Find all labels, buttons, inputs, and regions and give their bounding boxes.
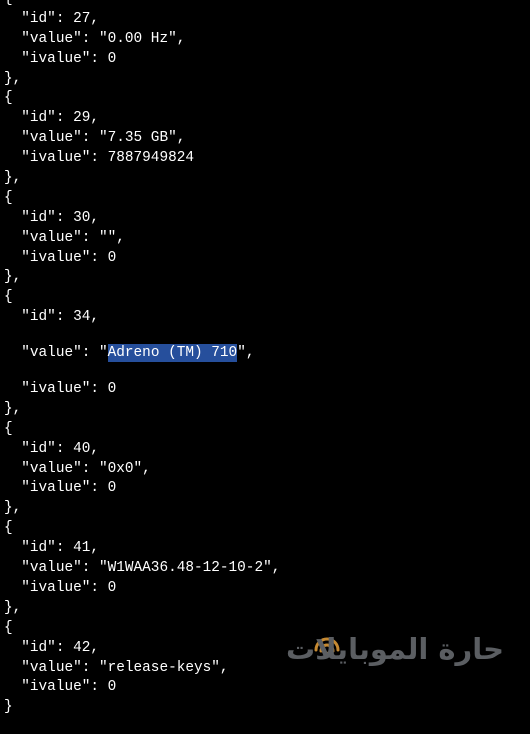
json-line[interactable]: }, [4, 70, 280, 90]
json-line[interactable]: "id": 30, [4, 209, 280, 229]
json-line[interactable]: "value": "0.00 Hz", [4, 30, 280, 50]
watermark-text: حارة الموبايلات [286, 632, 504, 666]
json-line[interactable]: "ivalue": 7887949824 [4, 149, 280, 169]
json-line[interactable]: "id": 27, [4, 10, 280, 30]
json-line[interactable]: { [4, 288, 280, 308]
json-line[interactable]: { [4, 189, 280, 209]
json-line[interactable]: "ivalue": 0 [4, 380, 280, 400]
json-line[interactable]: "ivalue": 0 [4, 579, 280, 599]
json-line[interactable]: }, [4, 169, 280, 189]
watermark-logo: حارة الموبايلات [286, 628, 504, 678]
json-line[interactable]: { [4, 89, 280, 109]
json-line[interactable]: }, [4, 599, 280, 619]
json-line[interactable]: "value": "release-keys", [4, 659, 280, 679]
json-line[interactable]: { [4, 420, 280, 440]
json-line[interactable]: "value": "0x0", [4, 460, 280, 480]
json-line[interactable]: "id": 42, [4, 639, 280, 659]
json-line[interactable]: { [4, 519, 280, 539]
text-selection-highlight[interactable]: Adreno (TM) 710 [107, 344, 238, 363]
json-line[interactable]: "ivalue": 0 [4, 479, 280, 499]
json-line[interactable]: "value": "W1WAA36.48-12-10-2", [4, 559, 280, 579]
json-line[interactable]: }, [4, 268, 280, 288]
selected-line[interactable]: "value": "Adreno (TM) 710", [4, 344, 280, 364]
json-lines-before: { "id": 27, "value": "0.00 Hz", "ivalue"… [4, 0, 280, 328]
json-line[interactable]: }, [4, 499, 280, 519]
selected-line-prefix: "value": " [4, 345, 108, 362]
json-line[interactable]: "value": "", [4, 229, 280, 249]
json-line[interactable]: { [4, 0, 280, 10]
json-line[interactable]: "id": 40, [4, 440, 280, 460]
selected-line-suffix: ", [237, 345, 255, 362]
json-line[interactable]: "ivalue": 0 [4, 249, 280, 269]
json-text-view[interactable]: { "id": 27, "value": "0.00 Hz", "ivalue"… [4, 0, 280, 734]
json-lines-after: "ivalue": 0},{ "id": 40, "value": "0x0",… [4, 380, 280, 718]
json-line[interactable]: "ivalue": 0 [4, 50, 280, 70]
json-line[interactable]: "value": "7.35 GB", [4, 129, 280, 149]
json-line[interactable]: "id": 29, [4, 109, 280, 129]
json-line[interactable]: { [4, 619, 280, 639]
json-line[interactable]: "id": 34, [4, 308, 280, 328]
json-line[interactable]: "id": 41, [4, 539, 280, 559]
json-line[interactable]: }, [4, 400, 280, 420]
json-line[interactable]: "ivalue": 0 [4, 678, 280, 698]
json-line[interactable]: } [4, 698, 280, 718]
